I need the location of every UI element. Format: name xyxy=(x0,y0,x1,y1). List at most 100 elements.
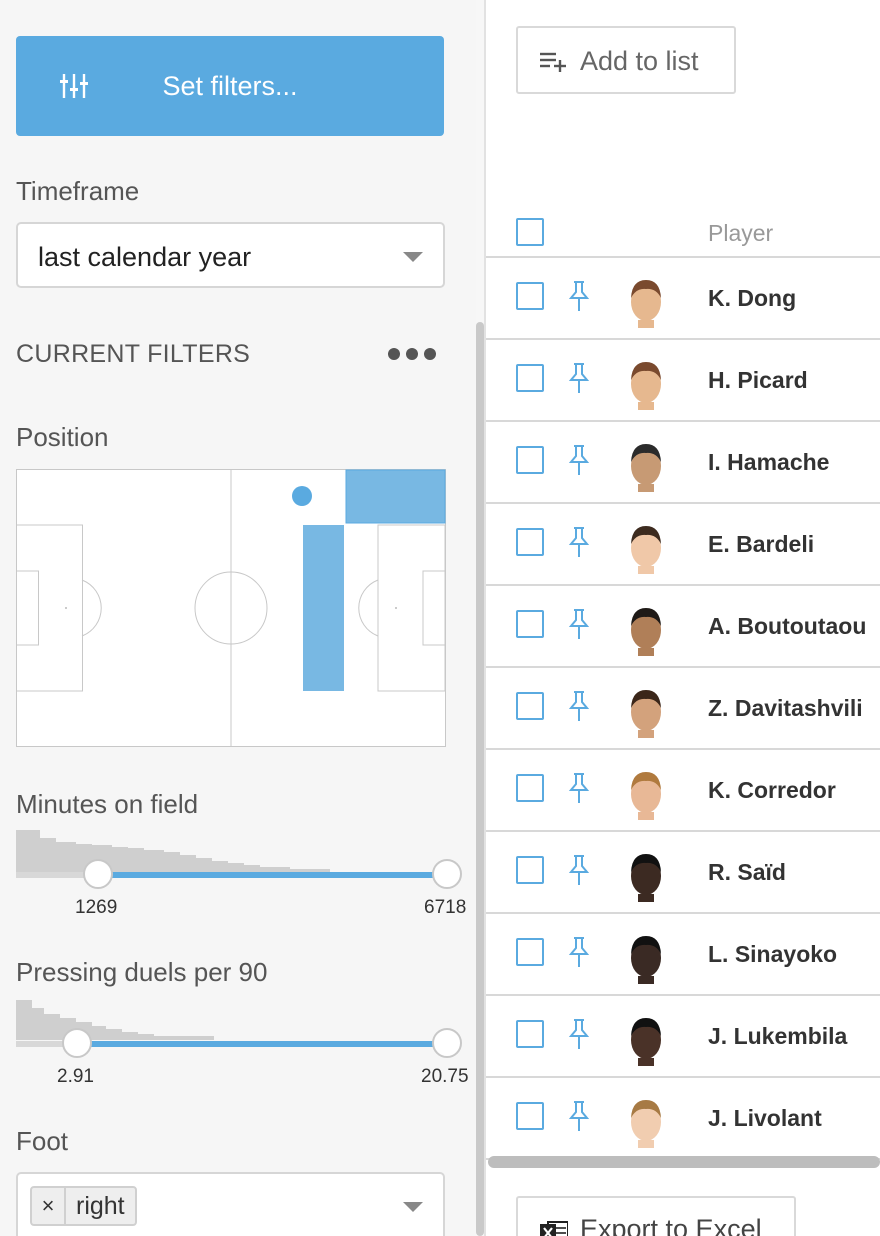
table-row[interactable]: A. Boutoutaou xyxy=(486,586,880,668)
player-avatar xyxy=(631,936,661,984)
player-avatar xyxy=(631,444,661,492)
position-zone-right-back xyxy=(303,525,344,691)
minutes-max-value: 6718 xyxy=(424,897,467,918)
player-avatar xyxy=(631,1018,661,1066)
player-avatar xyxy=(631,280,661,328)
player-name[interactable]: R. Saïd xyxy=(708,859,786,886)
position-zone-right-wing xyxy=(345,469,446,524)
row-checkbox[interactable] xyxy=(516,446,544,474)
player-name[interactable]: K. Dong xyxy=(708,285,796,312)
excel-icon xyxy=(540,1221,568,1236)
row-checkbox[interactable] xyxy=(516,282,544,310)
pressing-histogram xyxy=(16,1000,214,1040)
current-filters-heading: CURRENT FILTERS xyxy=(16,340,251,368)
player-avatar xyxy=(631,854,661,902)
pin-icon[interactable] xyxy=(568,772,590,804)
pin-icon[interactable] xyxy=(568,362,590,394)
chip-remove-icon[interactable]: × xyxy=(32,1188,66,1224)
table-row[interactable]: R. Saïd xyxy=(486,832,880,914)
player-avatar xyxy=(631,526,661,574)
pin-icon[interactable] xyxy=(568,690,590,722)
minutes-label: Minutes on field xyxy=(16,789,199,819)
export-excel-button[interactable]: Export to Excel xyxy=(516,1196,796,1236)
player-name[interactable]: A. Boutoutaou xyxy=(708,613,866,640)
add-to-list-icon xyxy=(540,52,566,72)
player-avatar xyxy=(631,690,661,738)
minutes-min-value: 1269 xyxy=(75,897,118,918)
table-row[interactable]: J. Livolant xyxy=(486,1078,880,1160)
minutes-slider-range xyxy=(98,872,446,878)
filters-panel: Set filters... Timeframe last calendar y… xyxy=(0,0,476,1236)
player-name[interactable]: E. Bardeli xyxy=(708,531,814,558)
minutes-histogram xyxy=(16,830,330,872)
select-all-checkbox[interactable] xyxy=(516,218,544,246)
add-to-list-label: Add to list xyxy=(580,46,699,76)
minutes-min-handle[interactable] xyxy=(83,859,113,889)
player-name[interactable]: J. Livolant xyxy=(708,1105,822,1132)
table-row[interactable]: K. Dong xyxy=(486,258,880,340)
sliders-icon xyxy=(60,74,88,98)
player-name[interactable]: H. Picard xyxy=(708,367,808,394)
player-avatar xyxy=(631,772,661,820)
row-checkbox[interactable] xyxy=(516,692,544,720)
caret-down-icon xyxy=(403,252,423,262)
table-row[interactable]: Z. Davitashvili xyxy=(486,668,880,750)
pressing-min-value: 2.91 xyxy=(57,1066,94,1087)
minutes-max-handle[interactable] xyxy=(432,859,462,889)
row-checkbox[interactable] xyxy=(516,774,544,802)
row-checkbox[interactable] xyxy=(516,938,544,966)
set-filters-button[interactable]: Set filters... xyxy=(16,36,444,136)
row-checkbox[interactable] xyxy=(516,528,544,556)
player-name[interactable]: K. Corredor xyxy=(708,777,836,804)
player-avatar xyxy=(631,608,661,656)
pin-icon[interactable] xyxy=(568,936,590,968)
table-row[interactable]: I. Hamache xyxy=(486,422,880,504)
caret-down-icon xyxy=(403,1202,423,1212)
player-column-header[interactable]: Player xyxy=(708,220,773,247)
row-checkbox[interactable] xyxy=(516,364,544,392)
player-name[interactable]: I. Hamache xyxy=(708,449,829,476)
row-checkbox[interactable] xyxy=(516,1020,544,1048)
position-label: Position xyxy=(16,422,109,452)
table-row[interactable]: L. Sinayoko xyxy=(486,914,880,996)
pin-icon[interactable] xyxy=(568,1100,590,1132)
row-checkbox[interactable] xyxy=(516,1102,544,1130)
pin-icon[interactable] xyxy=(568,526,590,558)
row-checkbox[interactable] xyxy=(516,610,544,638)
player-avatar xyxy=(631,1100,661,1148)
pressing-max-value: 20.75 xyxy=(421,1066,469,1087)
pin-icon[interactable] xyxy=(568,280,590,312)
position-marker xyxy=(292,486,312,506)
player-name[interactable]: L. Sinayoko xyxy=(708,941,837,968)
add-to-list-button[interactable]: Add to list xyxy=(516,26,736,94)
row-checkbox[interactable] xyxy=(516,856,544,884)
pressing-duels-label: Pressing duels per 90 xyxy=(16,957,268,987)
table-horizontal-scrollbar[interactable] xyxy=(488,1156,880,1168)
pressing-slider-range xyxy=(77,1041,446,1047)
pin-icon[interactable] xyxy=(568,608,590,640)
timeframe-value: last calendar year xyxy=(38,242,252,272)
player-name[interactable]: Z. Davitashvili xyxy=(708,695,863,722)
table-row[interactable]: J. Lukembila xyxy=(486,996,880,1078)
foot-chip-value: right xyxy=(76,1191,125,1220)
foot-chip: × right xyxy=(30,1186,137,1226)
pin-icon[interactable] xyxy=(568,444,590,476)
pressing-min-handle[interactable] xyxy=(62,1028,92,1058)
table-row[interactable]: K. Corredor xyxy=(486,750,880,832)
players-list-panel: Add to list Player K. Dong H. Picard I. Ha… xyxy=(486,0,880,1236)
position-pitch[interactable] xyxy=(16,469,446,747)
timeframe-label: Timeframe xyxy=(16,176,140,206)
table-header: Player xyxy=(486,204,880,258)
timeframe-select[interactable]: last calendar year xyxy=(16,222,445,288)
more-dots-icon[interactable] xyxy=(388,348,436,360)
foot-select[interactable]: × right xyxy=(16,1172,445,1236)
pin-icon[interactable] xyxy=(568,854,590,886)
player-avatar xyxy=(631,362,661,410)
table-row[interactable]: E. Bardeli xyxy=(486,504,880,586)
export-label: Export to Excel xyxy=(580,1214,762,1236)
player-name[interactable]: J. Lukembila xyxy=(708,1023,847,1050)
table-row[interactable]: H. Picard xyxy=(486,340,880,422)
filters-scrollbar[interactable] xyxy=(476,322,484,1236)
pressing-max-handle[interactable] xyxy=(432,1028,462,1058)
pin-icon[interactable] xyxy=(568,1018,590,1050)
